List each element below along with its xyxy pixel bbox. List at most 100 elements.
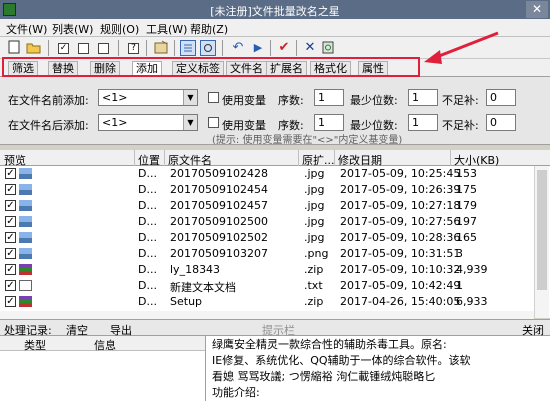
file-location: D... [138, 247, 157, 260]
file-location: D... [138, 295, 157, 308]
file-list-horizontal-scrollbar[interactable] [0, 311, 534, 319]
suffix-use-var-checkbox[interactable] [208, 117, 219, 128]
undo-icon[interactable]: ↶ [230, 40, 246, 56]
prefix-min-digits-input[interactable]: 1 [408, 89, 438, 106]
file-row[interactable]: ✓ D... 20170509102454 .jpg 2017-05-09, 10:26… [0, 182, 550, 198]
column-divider[interactable] [450, 150, 451, 166]
uncheck-all-icon[interactable] [78, 43, 89, 54]
file-size: 175 [456, 183, 477, 196]
new-file-icon[interactable] [6, 40, 22, 56]
prefix-min-digits-label: 最少位数: [350, 94, 398, 107]
file-modified-date: 2017-05-09, 10:27:56 [340, 215, 461, 228]
suffix-value: <1> [102, 116, 128, 129]
file-row[interactable]: ✓ D... 新建文本文档 .txt 2017-05-09, 10:42:49 1 [0, 278, 550, 294]
prefix-value: <1> [102, 91, 128, 104]
info-line: IE修复、系统优化、QQ辅助于一体的综合软件。该软 [212, 354, 471, 367]
column-divider[interactable] [334, 150, 335, 166]
file-name: 新建文本文档 [170, 281, 236, 294]
help-icon[interactable]: ? [128, 43, 139, 54]
file-location: D... [138, 231, 157, 244]
file-row-checkbox[interactable]: ✓ [5, 216, 16, 227]
toolbar-separator [146, 40, 147, 56]
check-all-icon[interactable]: ✓ [58, 43, 69, 54]
archive-icon [19, 296, 32, 307]
column-divider[interactable] [164, 150, 165, 166]
prefix-input[interactable]: <1> ▼ [98, 89, 198, 106]
window-close-button[interactable]: ✕ [526, 1, 548, 18]
file-list-vertical-scrollbar[interactable] [534, 166, 549, 318]
prefix-pad-input[interactable]: 0 [486, 89, 516, 106]
file-name: 20170509102454 [170, 183, 268, 196]
file-extension: .jpg [304, 199, 325, 212]
file-name: 20170509102457 [170, 199, 268, 212]
menu-tools[interactable]: 工具(W) [146, 21, 187, 37]
suffix-input[interactable]: <1> ▼ [98, 114, 198, 131]
file-extension: .zip [304, 263, 324, 276]
file-location: D... [138, 167, 157, 180]
file-modified-date: 2017-05-09, 10:42:49 [340, 279, 461, 292]
file-modified-date: 2017-05-09, 10:31:51 [340, 247, 461, 260]
file-row-checkbox[interactable]: ✓ [5, 200, 16, 211]
prefix-pad-label: 不足补: [442, 94, 479, 107]
settings-icon[interactable] [200, 40, 216, 56]
file-row[interactable]: ✓ D... 20170509102502 .jpg 2017-05-09, 10:28… [0, 230, 550, 246]
toolbar-separator [270, 40, 271, 56]
file-row[interactable]: ✓ D... 20170509102428 .jpg 2017-05-09, 10:25… [0, 166, 550, 182]
delete-icon[interactable]: ✕ [302, 40, 318, 56]
list-view-icon[interactable] [180, 40, 196, 56]
file-modified-date: 2017-05-09, 10:25:45 [340, 167, 461, 180]
file-extension: .zip [304, 295, 324, 308]
export-icon[interactable] [154, 40, 170, 56]
file-row[interactable]: ✓ D... ly_18343 .zip 2017-05-09, 10:10:32 4,9… [0, 262, 550, 278]
text-file-icon [19, 280, 32, 291]
file-modified-date: 2017-04-26, 15:40:05 [340, 295, 461, 308]
file-row-checkbox[interactable]: ✓ [5, 264, 16, 275]
file-row-checkbox[interactable]: ✓ [5, 280, 16, 291]
prefix-seq-input[interactable]: 1 [314, 89, 344, 106]
file-size: 197 [456, 215, 477, 228]
suffix-label: 在文件名后添加: [8, 119, 89, 132]
file-row[interactable]: ✓ D... 20170509103207 .png 2017-05-09, 10:31… [0, 246, 550, 262]
prefix-use-var-label: 使用变量 [222, 94, 266, 107]
recycle-icon[interactable] [320, 40, 336, 56]
file-row[interactable]: ✓ D... 20170509102457 .jpg 2017-05-09, 10:27… [0, 198, 550, 214]
menu-list[interactable]: 列表(W) [52, 21, 93, 37]
menu-help[interactable]: 帮助(Z) [190, 21, 228, 37]
column-divider[interactable] [134, 150, 135, 166]
file-extension: .txt [304, 279, 323, 292]
confirm-rename-icon[interactable]: ✔ [276, 40, 292, 56]
invert-check-icon[interactable] [98, 43, 109, 54]
suffix-dropdown-icon[interactable]: ▼ [183, 115, 197, 130]
prefix-seq-label: 序数: [278, 94, 304, 107]
suffix-min-digits-input[interactable]: 1 [408, 114, 438, 131]
suffix-pad-input[interactable]: 0 [486, 114, 516, 131]
menu-rules[interactable]: 规则(O) [100, 21, 139, 37]
info-line: 绿鹰安全精灵一款综合性的辅助杀毒工具。原名: [212, 338, 447, 351]
file-row-checkbox[interactable]: ✓ [5, 184, 16, 195]
info-line: 功能介绍: [212, 386, 260, 399]
file-row-checkbox[interactable]: ✓ [5, 232, 16, 243]
prefix-use-var-checkbox[interactable] [208, 92, 219, 103]
variable-hint: (提示: 使用变量需要在"<>"内定义基变量) [212, 135, 403, 146]
file-name: 20170509102428 [170, 167, 268, 180]
file-size: 165 [456, 231, 477, 244]
file-name: 20170509103207 [170, 247, 268, 260]
file-row[interactable]: ✓ D... 20170509102500 .jpg 2017-05-09, 10:27… [0, 214, 550, 230]
file-row-checkbox[interactable]: ✓ [5, 168, 16, 179]
open-folder-icon[interactable] [26, 40, 42, 56]
file-modified-date: 2017-05-09, 10:26:39 [340, 183, 461, 196]
column-divider[interactable] [298, 150, 299, 166]
file-row-checkbox[interactable]: ✓ [5, 296, 16, 307]
file-extension: .png [304, 247, 329, 260]
file-row[interactable]: ✓ D... Setup .zip 2017-04-26, 15:40:05 6,933 [0, 294, 550, 310]
prefix-dropdown-icon[interactable]: ▼ [183, 90, 197, 105]
play-icon[interactable]: ▶ [250, 40, 266, 56]
suffix-seq-input[interactable]: 1 [314, 114, 344, 131]
menu-file[interactable]: 文件(W) [6, 21, 47, 37]
info-text-panel: 绿鹰安全精灵一款综合性的辅助杀毒工具。原名: IE修复、系统优化、QQ辅助于一体的… [205, 336, 550, 401]
toolbar-separator [174, 40, 175, 56]
log-table [0, 351, 205, 401]
prefix-label: 在文件名前添加: [8, 94, 89, 107]
file-row-checkbox[interactable]: ✓ [5, 248, 16, 259]
scrollbar-thumb[interactable] [537, 170, 547, 290]
